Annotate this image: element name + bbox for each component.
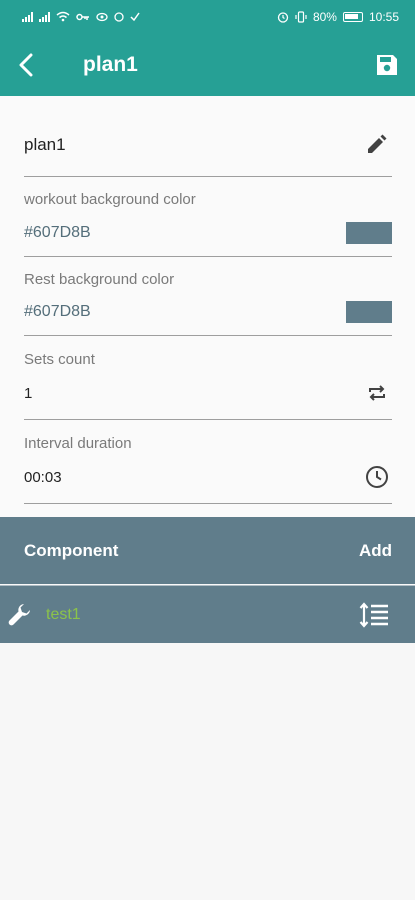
clock-time: 10:55	[368, 9, 399, 24]
check-icon	[130, 12, 140, 21]
sets-count-field[interactable]: Sets count 1	[24, 336, 392, 420]
back-button[interactable]	[0, 33, 52, 96]
component-header: Component Add	[0, 517, 415, 584]
sync-icon	[114, 11, 124, 22]
interval-duration-field[interactable]: Interval duration 00:03	[24, 420, 392, 504]
save-button[interactable]	[359, 33, 415, 96]
rest-color-value: #607D8B	[24, 303, 91, 320]
battery-icon	[342, 11, 363, 22]
edit-pencil-icon	[368, 134, 387, 153]
sets-count-value: 1	[24, 385, 33, 402]
interval-duration-label: Interval duration	[24, 435, 132, 452]
signal-icon	[39, 11, 50, 22]
status-left-icons	[22, 11, 140, 22]
plan-name-value: plan1	[24, 135, 66, 154]
interval-duration-button[interactable]	[364, 464, 390, 490]
sets-count-button[interactable]	[364, 380, 390, 406]
eye-icon	[96, 12, 108, 21]
page-title: plan1	[83, 52, 138, 76]
reorder-icon	[359, 601, 388, 628]
component-list-item[interactable]: test1	[0, 585, 415, 643]
key-icon	[76, 13, 89, 20]
add-component-button[interactable]: Add	[359, 541, 392, 561]
wifi-icon	[56, 11, 70, 22]
component-name: test1	[46, 605, 81, 623]
clock-icon	[366, 466, 388, 488]
status-right-icons: 80% 10:55	[277, 10, 399, 24]
interval-duration-value: 00:03	[24, 469, 62, 486]
rest-color-swatch[interactable]	[346, 301, 392, 323]
rest-color-field[interactable]: Rest background color #607D8B	[24, 257, 392, 336]
workout-color-field[interactable]: workout background color #607D8B	[24, 177, 392, 257]
arrow-back-icon	[19, 53, 33, 76]
workout-color-value: #607D8B	[24, 224, 91, 241]
wrench-icon	[6, 601, 34, 629]
sets-count-label: Sets count	[24, 351, 95, 368]
battery-percent: 80%	[312, 9, 337, 24]
component-title: Component	[24, 540, 119, 560]
status-bar: 80% 10:55	[0, 0, 415, 33]
rest-color-label: Rest background color	[24, 271, 175, 288]
signal-icon	[22, 11, 33, 22]
edit-button[interactable]	[364, 131, 390, 157]
app-bar: plan1	[0, 33, 415, 96]
save-icon	[377, 54, 397, 75]
workout-color-swatch[interactable]	[346, 222, 392, 244]
reorder-button[interactable]	[358, 600, 390, 630]
workout-color-label: workout background color	[24, 191, 196, 208]
repeat-icon	[369, 385, 385, 401]
plan-name-field[interactable]: plan1	[24, 118, 392, 177]
empty-area	[0, 643, 415, 900]
alarm-icon	[277, 11, 289, 23]
vibrate-icon	[295, 10, 307, 23]
